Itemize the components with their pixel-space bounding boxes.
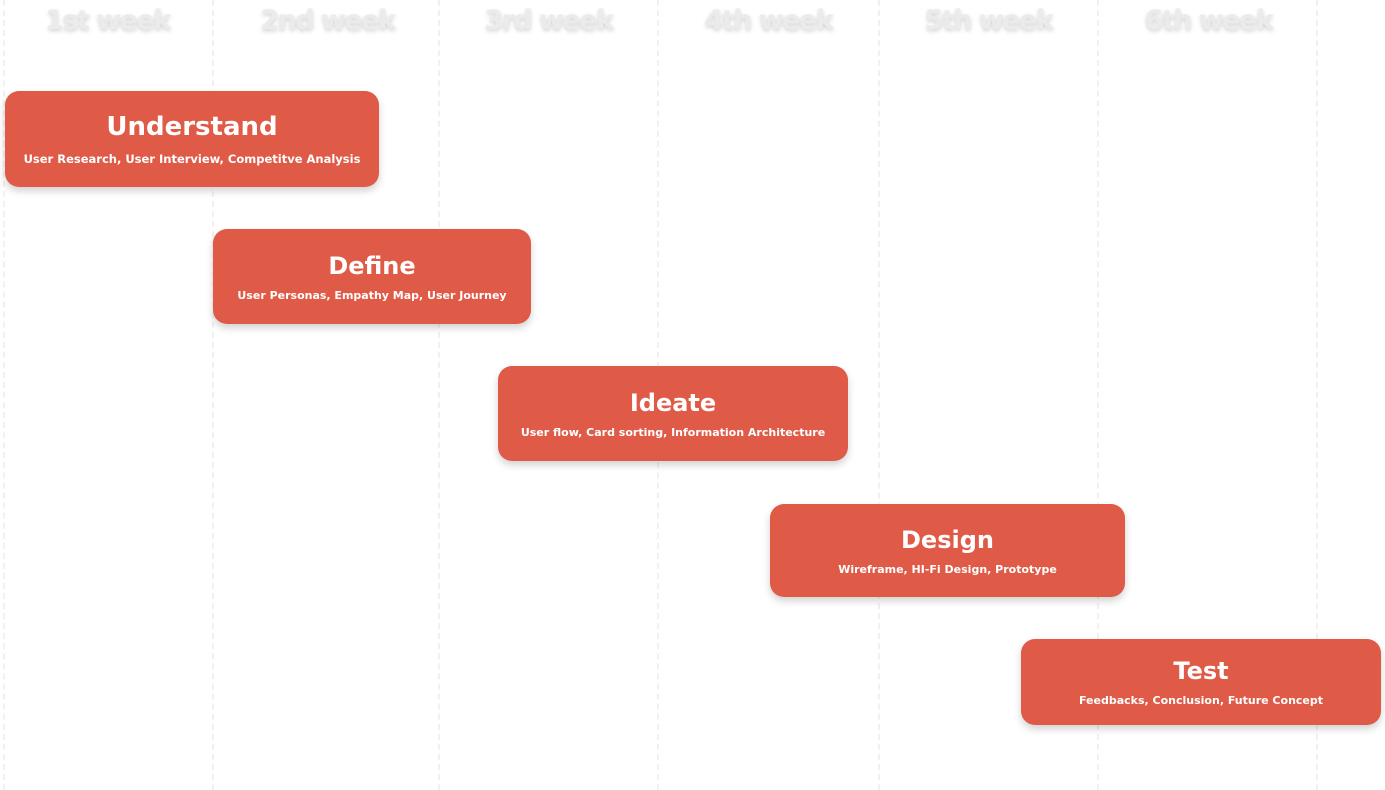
timeline-canvas: 1st week 2nd week 3rd week 4th week 5th …: [0, 0, 1385, 790]
week-header-3: 3rd week: [484, 4, 614, 36]
phase-title: Design: [901, 525, 994, 554]
phase-title: Understand: [106, 112, 278, 142]
week-header-4: 4th week: [704, 4, 834, 36]
phase-description: User Personas, Empathy Map, User Journey: [237, 288, 507, 302]
phase-title: Ideate: [629, 388, 717, 417]
phase-description: Feedbacks, Conclusion, Future Concept: [1078, 694, 1324, 707]
phase-title: Test: [1173, 657, 1229, 685]
phase-ideate: Ideate User flow, Card sorting, Informat…: [498, 366, 848, 461]
phase-title: Define: [328, 251, 416, 280]
phase-understand: Understand User Research, User Interview…: [5, 91, 379, 187]
week-header-6: 6th week: [1144, 4, 1274, 36]
week-divider: [438, 0, 440, 790]
phase-description: User Research, User Interview, Competitv…: [23, 152, 361, 166]
week-divider: [878, 0, 880, 790]
week-header-5: 5th week: [924, 4, 1054, 36]
week-header-1: 1st week: [45, 4, 171, 36]
phase-description: User flow, Card sorting, Information Arc…: [520, 425, 826, 439]
phase-define: Define User Personas, Empathy Map, User …: [213, 229, 531, 324]
phase-design: Design Wireframe, HI-Fi Design, Prototyp…: [770, 504, 1125, 597]
phase-test: Test Feedbacks, Conclusion, Future Conce…: [1021, 639, 1381, 725]
phase-description: Wireframe, HI-Fi Design, Prototype: [838, 562, 1057, 576]
week-header-2: 2nd week: [260, 4, 396, 36]
